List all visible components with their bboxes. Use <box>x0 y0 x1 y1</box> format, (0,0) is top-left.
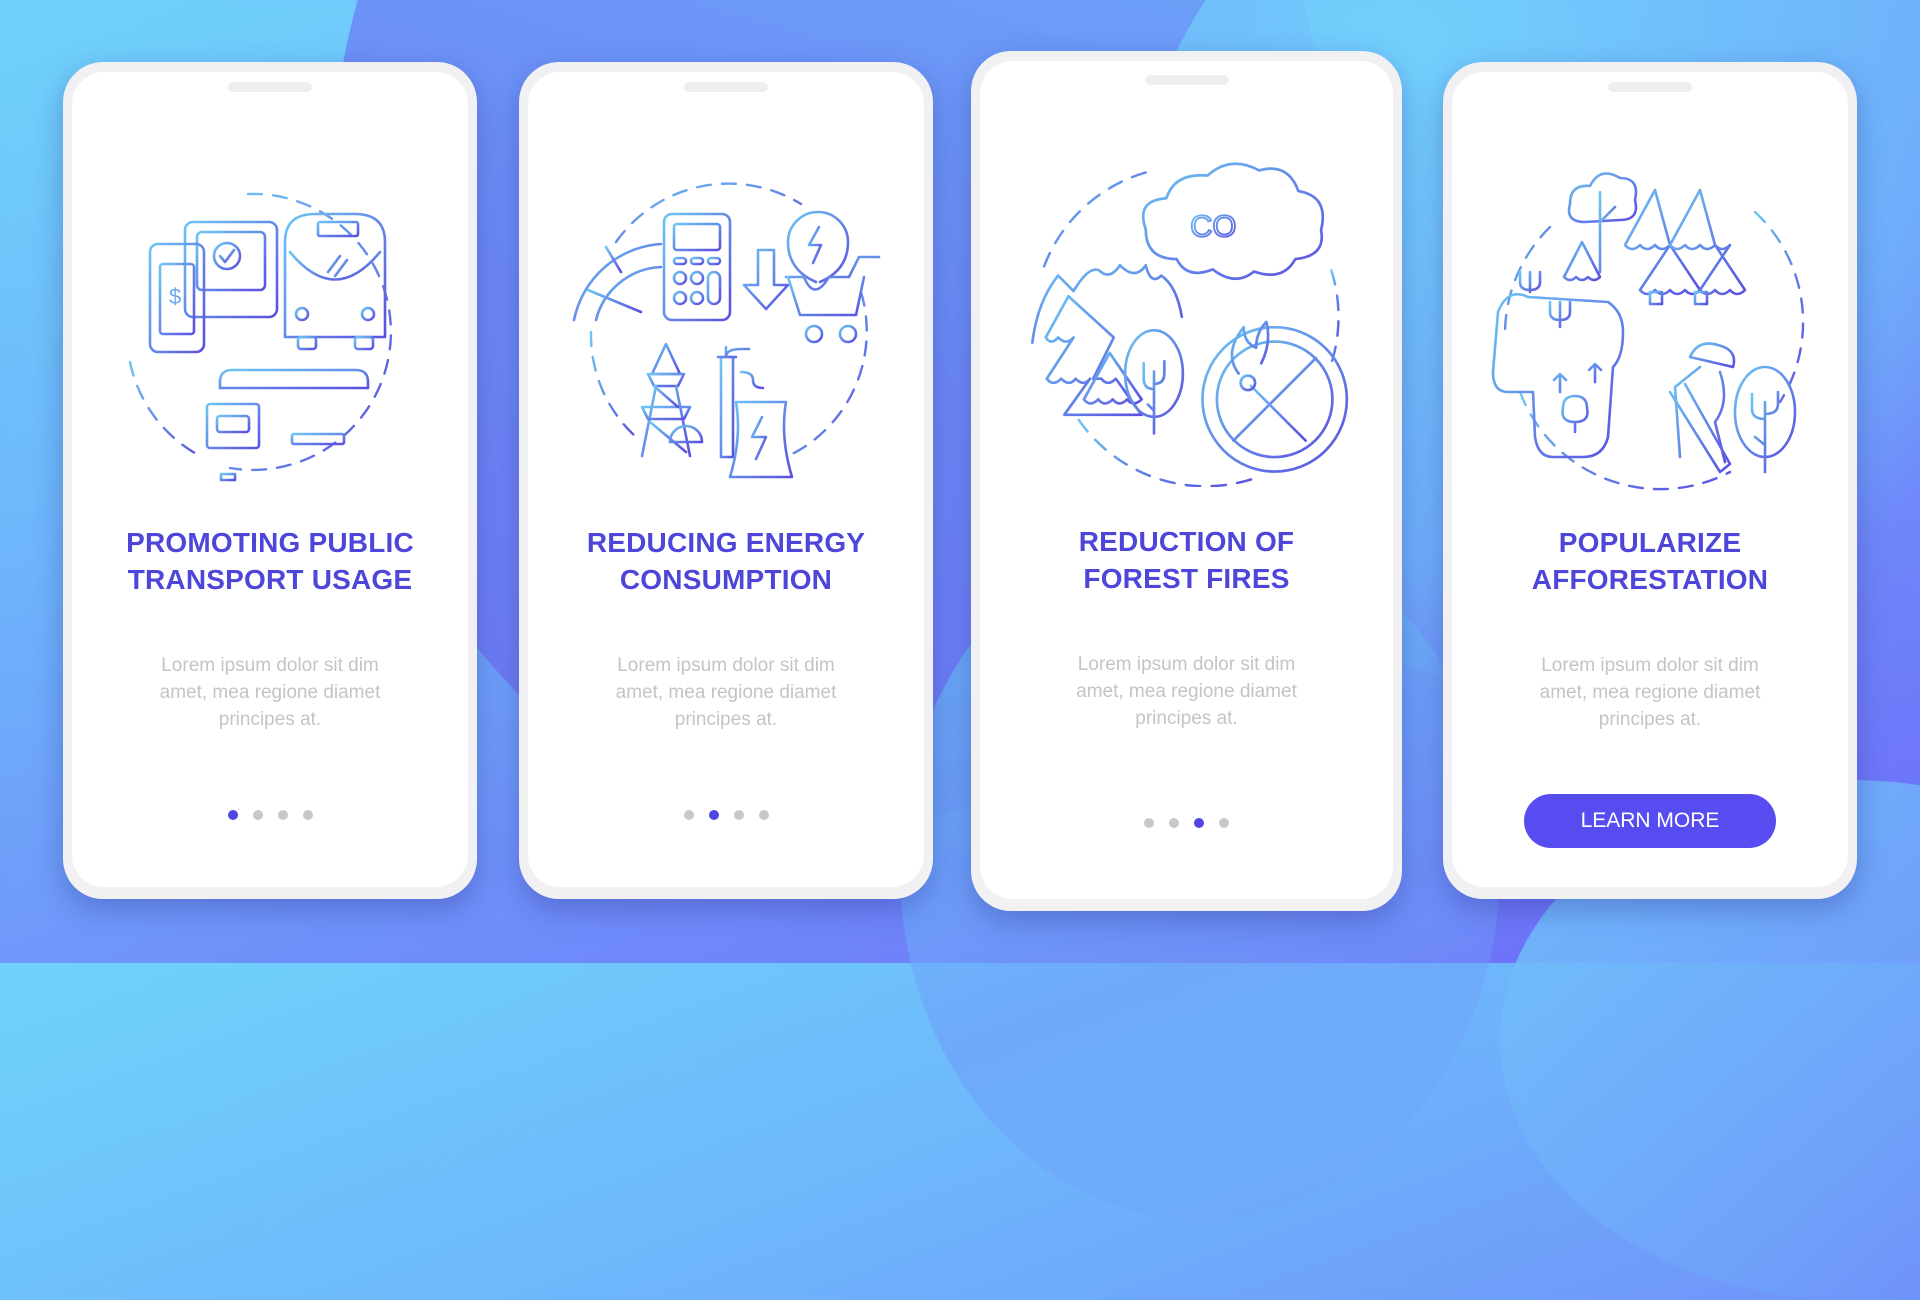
description-line: principes at. <box>674 709 778 730</box>
page-dot-2[interactable] <box>1169 818 1179 828</box>
phone-speaker <box>684 82 768 92</box>
description-line: principes at. <box>1135 708 1238 729</box>
page-dot-1[interactable] <box>1144 818 1154 828</box>
energy-consumption-icon <box>572 182 881 479</box>
page-dot-1-active[interactable] <box>227 810 238 820</box>
description-line: Lorem ipsum dolor sit dim <box>161 655 379 676</box>
page-dot-3[interactable] <box>277 810 288 820</box>
svg-text:$: $ <box>169 284 181 309</box>
title-line: REDUCTION OF <box>1078 526 1295 557</box>
title-line: TRANSPORT USAGE <box>127 564 413 595</box>
page-dot-4[interactable] <box>1219 818 1229 828</box>
screen-description: Lorem ipsum dolor sit dim amet, mea regi… <box>72 652 468 733</box>
description-line: Lorem ipsum dolor sit dim <box>1541 655 1759 676</box>
title-line: POPULARIZE <box>1558 527 1742 558</box>
page-dot-1[interactable] <box>683 810 694 820</box>
screen-title: REDUCING ENERGY CONSUMPTION <box>528 524 924 598</box>
screen-description: Lorem ipsum dolor sit dim amet, mea regi… <box>980 651 1393 732</box>
onboarding-screen-2: REDUCING ENERGY CONSUMPTION Lorem ipsum … <box>519 62 933 899</box>
description-line: amet, mea regione diamet <box>159 682 381 703</box>
phone-screen: POPULARIZE AFFORESTATION Lorem ipsum dol… <box>1452 72 1848 887</box>
onboarding-screen-1: $ PROMOTING PUBLIC TRANSPORT USAGE Lorem… <box>63 62 477 899</box>
phone-speaker <box>228 82 312 92</box>
page-dot-2[interactable] <box>252 810 263 820</box>
description-line: Lorem ipsum dolor sit dim <box>1077 654 1296 675</box>
pagination-dots <box>528 810 924 820</box>
phone-screen: $ PROMOTING PUBLIC TRANSPORT USAGE Lorem… <box>72 72 468 887</box>
forest-fire-prevention-icon: CO <box>1030 162 1348 487</box>
description-line: amet, mea regione diamet <box>1076 681 1297 702</box>
description-line: amet, mea regione diamet <box>1539 682 1761 703</box>
onboarding-screen-3: CO REDUCTION OF FOREST FIRES Lorem ipsum… <box>971 51 1402 911</box>
description-line: principes at. <box>1598 709 1702 730</box>
description-line: amet, mea regione diamet <box>615 682 837 703</box>
public-transport-icon: $ <box>128 188 393 482</box>
page-dot-2-active[interactable] <box>708 810 719 820</box>
title-line: REDUCING ENERGY <box>586 527 866 558</box>
screen-description: Lorem ipsum dolor sit dim amet, mea regi… <box>528 652 924 733</box>
title-line: CONSUMPTION <box>619 564 833 595</box>
page-dot-4[interactable] <box>302 810 313 820</box>
afforestation-icon <box>1491 172 1805 491</box>
phone-speaker <box>1608 82 1692 92</box>
phone-screen: REDUCING ENERGY CONSUMPTION Lorem ipsum … <box>528 72 924 887</box>
onboarding-screen-4: POPULARIZE AFFORESTATION Lorem ipsum dol… <box>1443 62 1857 899</box>
screen-title: PROMOTING PUBLIC TRANSPORT USAGE <box>72 524 468 598</box>
learn-more-button[interactable]: LEARN MORE <box>1524 794 1776 848</box>
description-line: principes at. <box>218 709 322 730</box>
phone-screen: CO REDUCTION OF FOREST FIRES Lorem ipsum… <box>980 61 1393 899</box>
page-dot-3-active[interactable] <box>1194 818 1204 828</box>
title-line: PROMOTING PUBLIC <box>126 527 414 558</box>
pagination-dots <box>980 818 1393 828</box>
pagination-dots <box>72 810 468 820</box>
screen-title: POPULARIZE AFFORESTATION <box>1452 524 1848 598</box>
page-dot-4[interactable] <box>758 810 769 820</box>
co-label: CO <box>1190 208 1236 243</box>
screen-description: Lorem ipsum dolor sit dim amet, mea regi… <box>1452 652 1848 733</box>
phone-speaker <box>1144 75 1229 85</box>
page-dot-3[interactable] <box>733 810 744 820</box>
title-line: FOREST FIRES <box>1083 563 1290 594</box>
description-line: Lorem ipsum dolor sit dim <box>617 655 835 676</box>
title-line: AFFORESTATION <box>1531 564 1769 595</box>
screen-title: REDUCTION OF FOREST FIRES <box>980 523 1393 597</box>
